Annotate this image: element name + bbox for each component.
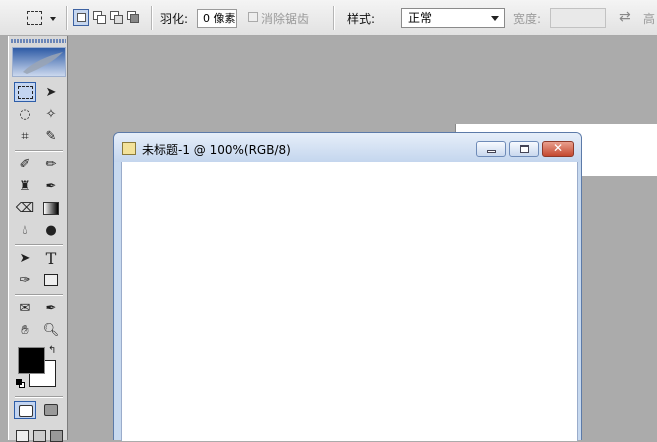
dodge-tool[interactable]: ● <box>40 220 62 240</box>
eraser-icon: ⌫ <box>15 200 35 216</box>
marquee-preset-picker[interactable] <box>25 9 57 27</box>
dodge-icon: ● <box>45 222 57 238</box>
quick-mask-icon <box>44 404 58 416</box>
clone-stamp-tool[interactable]: ♜ <box>14 176 36 196</box>
pen-icon: ✑ <box>19 272 31 288</box>
history-brush-icon: ✒ <box>45 178 57 194</box>
type-tool[interactable]: T <box>40 248 62 268</box>
maximize-icon <box>520 145 529 153</box>
shape-tool[interactable] <box>40 270 62 290</box>
options-bar: 羽化: 0 像素 消除锯齿 样式: 正常 宽度: ⇄ 高 <box>0 0 657 36</box>
magnifier-icon: 🔍︎ <box>42 322 60 338</box>
antialias-checkbox[interactable] <box>248 12 258 22</box>
feather-label: 羽化: <box>160 12 189 26</box>
lasso-tool[interactable]: ◌ <box>14 104 36 124</box>
brush-tool[interactable]: ✏ <box>40 154 62 174</box>
style-label: 样式: <box>347 12 376 26</box>
history-brush-tool[interactable]: ✒ <box>40 176 62 196</box>
screen-mode-buttons[interactable] <box>14 428 66 442</box>
quick-mask-button[interactable] <box>40 401 62 419</box>
eraser-tool[interactable]: ⌫ <box>14 198 36 218</box>
close-button[interactable]: ✕ <box>542 141 574 157</box>
type-icon: T <box>45 248 57 268</box>
screen-mode-full-menu-icon <box>33 430 46 442</box>
eyedropper-tool[interactable]: ✒ <box>40 298 62 318</box>
minimize-icon <box>487 150 496 153</box>
marquee-tool[interactable] <box>14 82 36 102</box>
crop-icon: ⌗ <box>21 128 29 144</box>
close-icon: ✕ <box>553 141 564 155</box>
swap-colors-icon[interactable]: ↰ <box>48 345 56 356</box>
arrow-icon: ➤ <box>19 250 31 266</box>
marquee-icon <box>17 85 33 99</box>
toolbox: ➤ ◌ ✧ ⌗ ✎ ✐ ✏ ♜ ✒ ⌫ 💧︎ ● ➤ T ✑ ✉ ✒ ✋︎ 🔍︎… <box>8 36 68 442</box>
hand-tool[interactable]: ✋︎ <box>14 320 36 340</box>
new-selection-icon <box>77 13 86 22</box>
style-select[interactable]: 正常 <box>401 8 505 28</box>
minimize-button[interactable] <box>476 141 506 157</box>
chevron-down-icon <box>491 16 499 21</box>
standard-mode-button[interactable] <box>14 401 36 419</box>
default-colors-icon[interactable] <box>16 379 25 388</box>
width-label: 宽度: <box>513 12 542 26</box>
selection-mode-add[interactable] <box>92 9 107 26</box>
marquee-rect-icon <box>27 11 42 25</box>
document-title: 未标题-1 @ 100%(RGB/8) <box>142 143 291 157</box>
notes-tool[interactable]: ✉ <box>14 298 36 318</box>
note-icon: ✉ <box>19 300 31 316</box>
selection-mode-subtract[interactable] <box>109 9 124 26</box>
gradient-icon <box>43 201 59 215</box>
crop-tool[interactable]: ⌗ <box>14 126 36 146</box>
rectangle-icon <box>44 274 58 286</box>
hand-icon: ✋︎ <box>21 322 29 338</box>
toolbox-grip[interactable] <box>11 39 66 43</box>
brush-icon: ✏ <box>45 156 57 172</box>
selection-mode-intersect[interactable] <box>126 9 141 26</box>
selection-mode-new[interactable] <box>73 9 89 26</box>
height-label-partial: 高 <box>643 12 656 26</box>
lasso-icon: ◌ <box>19 106 31 122</box>
document-canvas[interactable] <box>121 162 578 441</box>
eyedropper-icon: ✒ <box>45 300 57 316</box>
antialias-label: 消除锯齿 <box>261 12 310 26</box>
move-icon: ➤ <box>45 84 57 100</box>
width-input[interactable] <box>550 8 606 28</box>
pen-tool[interactable]: ✑ <box>14 270 36 290</box>
swap-dimensions-icon[interactable]: ⇄ <box>619 9 631 25</box>
standard-mode-icon <box>19 405 33 417</box>
magic-wand-tool[interactable]: ✧ <box>40 104 62 124</box>
document-titlebar[interactable]: 未标题-1 @ 100%(RGB/8) ✕ <box>114 133 581 162</box>
bandage-icon: ✐ <box>19 156 31 172</box>
move-tool[interactable]: ➤ <box>40 82 62 102</box>
slice-icon: ✎ <box>45 128 57 144</box>
document-icon <box>122 142 136 155</box>
feather-input[interactable]: 0 像素 <box>197 9 237 28</box>
app-logo[interactable] <box>12 47 66 77</box>
maximize-button[interactable] <box>509 141 539 157</box>
blur-tool[interactable]: 💧︎ <box>14 220 36 240</box>
screen-mode-full-icon <box>50 430 63 442</box>
document-window: 未标题-1 @ 100%(RGB/8) ✕ <box>113 132 582 441</box>
stamp-icon: ♜ <box>19 178 31 194</box>
slice-tool[interactable]: ✎ <box>40 126 62 146</box>
foreground-color-swatch[interactable] <box>18 347 45 374</box>
screen-mode-standard-icon <box>16 430 29 442</box>
style-select-value: 正常 <box>408 11 433 25</box>
gradient-tool[interactable] <box>40 198 62 218</box>
chevron-down-icon <box>50 17 56 21</box>
zoom-tool[interactable]: 🔍︎ <box>40 320 62 340</box>
path-selection-tool[interactable]: ➤ <box>14 248 36 268</box>
drop-icon: 💧︎ <box>22 222 28 238</box>
healing-brush-tool[interactable]: ✐ <box>14 154 36 174</box>
magic-wand-icon: ✧ <box>45 106 57 122</box>
